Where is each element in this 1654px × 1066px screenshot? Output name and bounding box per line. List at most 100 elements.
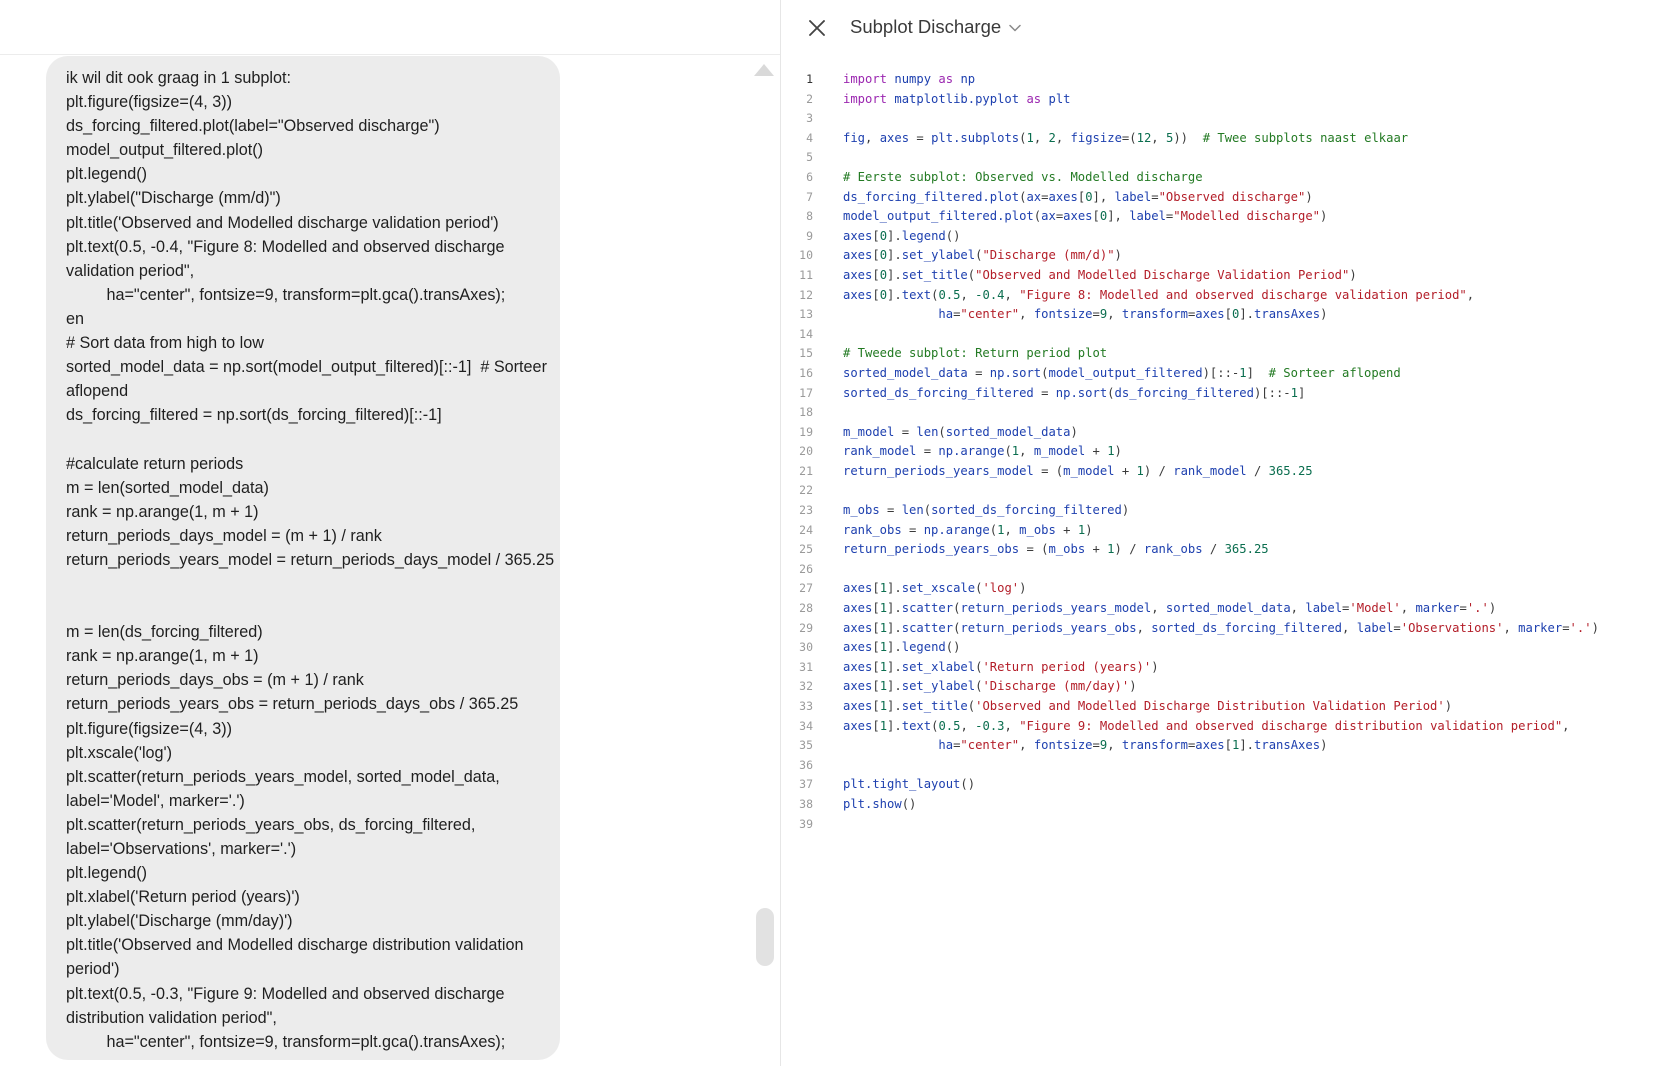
code-line[interactable]: 34 axes[1].text(0.5, -0.3, "Figure 9: Mod… xyxy=(781,717,1654,737)
code-line[interactable]: 39 xyxy=(781,815,1654,835)
code-text: # Tweede subplot: Return period plot xyxy=(843,344,1107,364)
line-number: 21 xyxy=(799,463,813,478)
code-text: import numpy as np xyxy=(843,70,975,90)
code-line[interactable]: 23 m_obs = len(sorted_ds_forcing_filtered… xyxy=(781,501,1654,521)
code-token: 'Observed and Modelled Discharge Distrib… xyxy=(975,699,1445,713)
scroll-up-arrow-icon[interactable] xyxy=(754,64,774,76)
code-token: # Twee subplots naast elkaar xyxy=(1202,130,1409,145)
line-number: 24 xyxy=(799,522,813,537)
code-token: , xyxy=(1562,718,1570,733)
code-line[interactable]: 36 xyxy=(781,756,1654,776)
code-token: np xyxy=(960,72,976,86)
canvas-title[interactable]: Subplot Discharge xyxy=(850,16,1001,38)
code-token: marker xyxy=(1415,601,1460,616)
code-line[interactable]: 9 axes[0].legend() xyxy=(781,227,1654,247)
chat-scrollbar-thumb[interactable] xyxy=(756,908,774,966)
code-text: ha="center", fontsize=9, transform=axes[… xyxy=(843,305,1327,325)
code-token: 1 xyxy=(1290,385,1298,400)
code-token: axes xyxy=(1195,738,1225,753)
user-message-line: plt.figure(figsize=(4, 3)) xyxy=(66,93,232,112)
code-token: plt.subplots xyxy=(931,130,1020,145)
code-line[interactable]: 29 axes[1].scatter(return_periods_years_o… xyxy=(781,619,1654,639)
code-token: ) xyxy=(1114,248,1122,263)
code-line[interactable]: 18 xyxy=(781,403,1654,423)
code-line[interactable]: 32 axes[1].set_ylabel('Discharge (mm/day)… xyxy=(781,677,1654,697)
code-line[interactable]: 15 # Tweede subplot: Return period plot xyxy=(781,344,1654,364)
user-message-line: aflopend xyxy=(66,382,129,401)
code-editor[interactable]: 1 import numpy as np 2 import matplotlib.py… xyxy=(781,70,1654,834)
code-token: ) xyxy=(1320,307,1328,322)
code-token: ) xyxy=(1488,601,1497,616)
code-line[interactable]: 28 axes[1].scatter(return_periods_years_m… xyxy=(781,599,1654,619)
code-token: [ xyxy=(872,601,880,616)
code-token: = ( xyxy=(1019,542,1049,557)
code-token: ) xyxy=(1444,699,1453,713)
code-line[interactable]: 7 ds_forcing_filtered.plot(ax=axes[0], la… xyxy=(781,188,1654,208)
code-line[interactable]: 20 rank_model = np.arange(1, m_model + 1) xyxy=(781,442,1654,462)
code-line[interactable]: 24 rank_obs = np.arange(1, m_obs + 1) xyxy=(781,521,1654,541)
code-token: sorted_model_data xyxy=(945,424,1071,439)
code-token: = xyxy=(901,522,924,537)
code-token: = xyxy=(1562,620,1570,635)
code-line[interactable]: 14 xyxy=(781,325,1654,345)
line-number: 19 xyxy=(799,424,813,439)
close-canvas-button[interactable] xyxy=(803,14,831,42)
code-line[interactable]: 25 return_periods_years_obs = (m_obs + 1)… xyxy=(781,540,1654,560)
code-line[interactable]: 26 xyxy=(781,560,1654,580)
code-token: np.sort xyxy=(1055,385,1108,400)
code-line[interactable]: 11 axes[0].set_title("Observed and Modell… xyxy=(781,266,1654,286)
code-line[interactable]: 31 axes[1].set_xlabel('Return period (yea… xyxy=(781,658,1654,678)
code-line[interactable]: 2 import matplotlib.pyplot as plt xyxy=(781,90,1654,110)
code-line[interactable]: 3 xyxy=(781,109,1654,129)
code-text: ha="center", fontsize=9, transform=axes[… xyxy=(843,736,1327,756)
code-token: , xyxy=(1290,601,1306,616)
code-token: 0 xyxy=(879,267,888,282)
title-dropdown-button[interactable] xyxy=(1007,20,1023,36)
code-line[interactable]: 4 fig, axes = plt.subplots(1, 2, figsize=… xyxy=(781,129,1654,149)
code-token: / xyxy=(1246,463,1269,478)
code-line[interactable]: 37 plt.tight_layout() xyxy=(781,775,1654,795)
code-text: sorted_ds_forcing_filtered = np.sort(ds_… xyxy=(843,384,1305,404)
code-token: [ xyxy=(872,659,880,674)
code-token: ]. xyxy=(1239,738,1255,753)
code-line[interactable]: 21 return_periods_years_model = (m_model … xyxy=(781,462,1654,482)
user-message-line: validation period", xyxy=(66,261,195,280)
code-token: "center" xyxy=(960,307,1020,322)
code-token: ], xyxy=(1092,189,1115,204)
code-token: ]. xyxy=(887,248,902,263)
chevron-down-icon xyxy=(1009,24,1021,32)
code-token: ) xyxy=(1114,444,1122,459)
code-token: , xyxy=(1136,620,1152,635)
code-token: ds_forcing_filtered xyxy=(1114,385,1254,400)
code-token: m_model xyxy=(1063,463,1115,478)
code-token: return_periods_years_obs xyxy=(960,620,1137,635)
code-line[interactable]: 33 axes[1].set_title('Observed and Modell… xyxy=(781,697,1654,717)
code-text: fig, axes = plt.subplots(1, 2, figsize=(… xyxy=(843,129,1408,149)
code-line[interactable]: 35 ha="center", fontsize=9, transform=ax… xyxy=(781,736,1654,756)
code-line[interactable]: 5 xyxy=(781,148,1654,168)
code-line[interactable]: 6 # Eerste subplot: Observed vs. Modelled… xyxy=(781,168,1654,188)
code-line[interactable]: 27 axes[1].set_xscale('log') xyxy=(781,579,1654,599)
code-token: rank_obs xyxy=(843,522,902,537)
code-token: axes xyxy=(843,620,873,635)
code-line[interactable]: 13 ha="center", fontsize=9, transform=ax… xyxy=(781,305,1654,325)
code-token: -0.3 xyxy=(975,718,1005,733)
code-line[interactable]: 8 model_output_filtered.plot(ax=axes[0], … xyxy=(781,207,1654,227)
code-line[interactable]: 30 axes[1].legend() xyxy=(781,638,1654,658)
code-token: 0 xyxy=(1085,189,1093,204)
code-line[interactable]: 16 sorted_model_data = np.sort(model_outp… xyxy=(781,364,1654,384)
code-line[interactable]: 17 sorted_ds_forcing_filtered = np.sort(d… xyxy=(781,384,1654,404)
code-line[interactable]: 12 axes[0].text(0.5, -0.4, "Figure 8: Mod… xyxy=(781,286,1654,306)
code-line[interactable]: 38 plt.show() xyxy=(781,795,1654,815)
code-token: as xyxy=(1026,91,1042,106)
code-token: ( xyxy=(1107,385,1115,400)
code-line[interactable]: 22 xyxy=(781,481,1654,501)
code-token: axes xyxy=(843,581,873,596)
code-line[interactable]: 10 axes[0].set_ylabel("Discharge (mm/d)") xyxy=(781,246,1654,266)
code-token: 0 xyxy=(879,248,888,263)
code-line[interactable]: 19 m_model = len(sorted_model_data) xyxy=(781,423,1654,443)
code-text: axes[0].text(0.5, -0.4, "Figure 8: Model… xyxy=(843,286,1474,306)
code-line[interactable]: 1 import numpy as np xyxy=(781,70,1654,90)
code-token: , xyxy=(1019,307,1034,322)
